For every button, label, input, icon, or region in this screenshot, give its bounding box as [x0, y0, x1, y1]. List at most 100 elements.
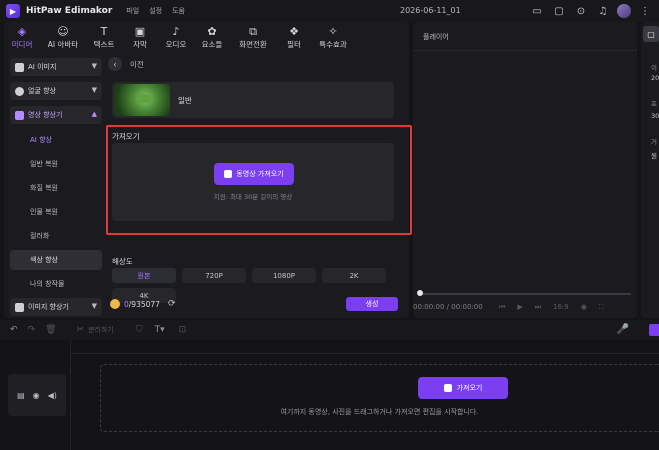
document-title: 2026-06-11_01 [400, 6, 461, 15]
sidebar-sub-quality-restore[interactable]: 화질 복원 [10, 178, 102, 198]
fullscreen-icon[interactable]: ⛶ [599, 303, 604, 312]
timeline-import-button[interactable]: 가져오기 [418, 377, 508, 399]
sidebar-sub-color-enhance[interactable]: 색상 향상 [10, 250, 102, 270]
sidebar: AI 이미지 ▼ 얼굴 향상 ▼ 영상 향상기 ▲ AI 향상 일반 복원 화질… [10, 58, 102, 316]
prev-icon[interactable]: ⏮ [499, 303, 505, 312]
crop-icon[interactable]: ⊡ [179, 325, 187, 335]
timeline: ▤ ◉ ◀) 가져오기 여기까지 동영상, 사진을 드래그하거나 가져오면 편집… [0, 340, 659, 450]
properties-tab[interactable]: ▢ [643, 26, 659, 42]
feedback-icon[interactable]: ▢ [551, 3, 567, 19]
prop-label: 이 [651, 64, 657, 72]
aspect-ratio[interactable]: 16:9 [553, 303, 569, 312]
snapshot-icon[interactable]: ◉ [581, 303, 587, 312]
tab-elements[interactable]: ✿ 요소들 [194, 22, 230, 52]
properties-panel: ▢ 이 20 프 30 거 원 [641, 22, 659, 318]
tab-text[interactable]: T 텍스트 [86, 22, 122, 52]
left-panel: ◈ 미디어 ☺ AI 아바타 T 텍스트 ▣ 자막 ♪ 오디오 ✿ 요소들 ⧉ 화면전환 ❖ 필… [4, 22, 412, 318]
undo-icon[interactable]: ↶ [10, 325, 18, 335]
split-label[interactable]: 분리하기 [88, 325, 114, 335]
import-title: 가져오기 [112, 132, 140, 141]
resolution-title: 해상도 [112, 257, 133, 266]
timeline-ruler[interactable] [70, 340, 659, 354]
tab-label: 특수효과 [319, 40, 347, 49]
split-icon[interactable]: ✂ [77, 325, 85, 335]
credit-row: 0/935077 ⟳ 생성 [104, 294, 404, 314]
scrub-handle[interactable] [417, 290, 423, 296]
title-bar: ▶ HitPaw Edimakor 파일 설정 도움 2026-06-11_01… [0, 0, 659, 22]
sidebar-item-label: 영상 향상기 [28, 111, 63, 119]
chevron-down-icon: ▼ [91, 62, 97, 70]
delete-icon[interactable]: 🗑 [45, 325, 56, 335]
tab-label: 자막 [133, 40, 147, 49]
app-logo-icon: ▶ [6, 4, 20, 18]
sidebar-sub-my-creations[interactable]: 나의 창작물 [10, 274, 102, 294]
track-lock-icon[interactable]: ▤ [17, 391, 25, 400]
resolution-original[interactable]: 원본 [112, 268, 176, 283]
sidebar-sub-general-restore[interactable]: 일반 복원 [10, 154, 102, 174]
back-label[interactable]: 이전 [130, 59, 144, 70]
prop-label: 거 [651, 138, 657, 146]
time-readout: 00:00:00 / 00:00:00 [413, 303, 483, 311]
sidebar-sub-colorize[interactable]: 컬러화 [10, 226, 102, 246]
prop-value: 20 [651, 74, 659, 82]
drop-zone[interactable]: 동영상 가져오기 지원: 최대 30분 길이의 영상 [112, 143, 394, 221]
menu-file[interactable]: 파일 [126, 6, 139, 16]
menu-settings[interactable]: 설정 [149, 6, 162, 16]
resolution-2k[interactable]: 2K [322, 268, 386, 283]
avatar[interactable] [617, 4, 631, 18]
sidebar-item-video-enhancer[interactable]: 영상 향상기 ▲ [10, 106, 102, 124]
sidebar-item-label: AI 이미지 [28, 63, 57, 71]
shield-icon[interactable]: ⛉ [136, 325, 143, 335]
menu-bar: 파일 설정 도움 [126, 6, 185, 16]
microphone-icon[interactable]: 🎤 [617, 324, 629, 335]
sidebar-sub-portrait-restore[interactable]: 인물 복원 [10, 202, 102, 222]
tab-audio[interactable]: ♪ 오디오 [158, 22, 194, 52]
effects-icon: ✧ [328, 25, 338, 38]
download-icon[interactable]: ⊙ [573, 3, 589, 19]
layout-icon[interactable]: ▭ [529, 3, 545, 19]
resolution-1080p[interactable]: 1080P [252, 268, 316, 283]
tab-media[interactable]: ◈ 미디어 [4, 22, 40, 52]
tab-label: 화면전환 [239, 40, 267, 49]
speaker-icon[interactable]: ◀) [48, 391, 57, 400]
eye-icon[interactable]: ◉ [33, 391, 40, 400]
tab-subtitle[interactable]: ▣ 자막 [122, 22, 158, 52]
model-card[interactable]: 일반 [112, 82, 394, 118]
filter-icon: ❖ [289, 25, 299, 38]
tab-bar: ◈ 미디어 ☺ AI 아바타 T 텍스트 ▣ 자막 ♪ 오디오 ✿ 요소들 ⧉ 화면전환 ❖ 필… [4, 22, 409, 52]
import-section: 가져오기 동영상 가져오기 지원: 최대 30분 길이의 영상 [106, 125, 412, 235]
play-icon[interactable]: ▶ [517, 303, 522, 312]
tab-filter[interactable]: ❖ 필터 [276, 22, 312, 52]
text-tool-icon[interactable]: T▾ [155, 325, 165, 335]
sidebar-item-image-enhancer[interactable]: 이미지 향상기 ▼ [10, 298, 102, 316]
tab-label: 필터 [287, 40, 301, 49]
tab-ai-avatar[interactable]: ☺ AI 아바타 [40, 22, 86, 52]
player-title: 플레이어 [423, 33, 449, 41]
track-drop-area[interactable] [100, 364, 659, 432]
tab-label: 오디오 [165, 40, 187, 49]
generate-button[interactable]: 생성 [346, 297, 398, 311]
tab-transition[interactable]: ⧉ 화면전환 [230, 22, 276, 52]
timeline-side-tab[interactable] [649, 324, 659, 336]
back-icon[interactable]: ‹ [108, 57, 122, 71]
tab-effects[interactable]: ✧ 특수효과 [312, 22, 354, 52]
import-video-button[interactable]: 동영상 가져오기 [214, 163, 294, 185]
notification-icon[interactable]: ♫ [595, 3, 611, 19]
next-icon[interactable]: ⏭ [535, 303, 541, 312]
scrub-bar[interactable] [419, 293, 631, 295]
timeline-toolbar: ↶ ↷ 🗑 ✂ 분리하기 ⛉ T▾ ⊡ 🎤 [0, 320, 659, 340]
sidebar-item-face-enhance[interactable]: 얼굴 향상 ▼ [10, 82, 102, 100]
playback-controls: ⏮ ▶ ⏭ 16:9 ◉ ⛶ [499, 303, 604, 312]
tab-label: 요소들 [201, 40, 223, 49]
more-icon[interactable]: ⋮ [637, 3, 653, 19]
prop-value: 30 [651, 112, 659, 120]
redo-icon[interactable]: ↷ [28, 325, 36, 335]
sidebar-sub-ai-enhance[interactable]: AI 향상 [10, 130, 102, 150]
refresh-icon[interactable]: ⟳ [168, 299, 176, 309]
import-icon [224, 170, 233, 178]
model-thumbnail [114, 84, 170, 116]
sidebar-item-ai-image[interactable]: AI 이미지 ▼ [10, 58, 102, 76]
menu-help[interactable]: 도움 [172, 6, 185, 16]
resolution-720p[interactable]: 720P [182, 268, 246, 283]
sidebar-item-label: 얼굴 향상 [28, 87, 56, 95]
